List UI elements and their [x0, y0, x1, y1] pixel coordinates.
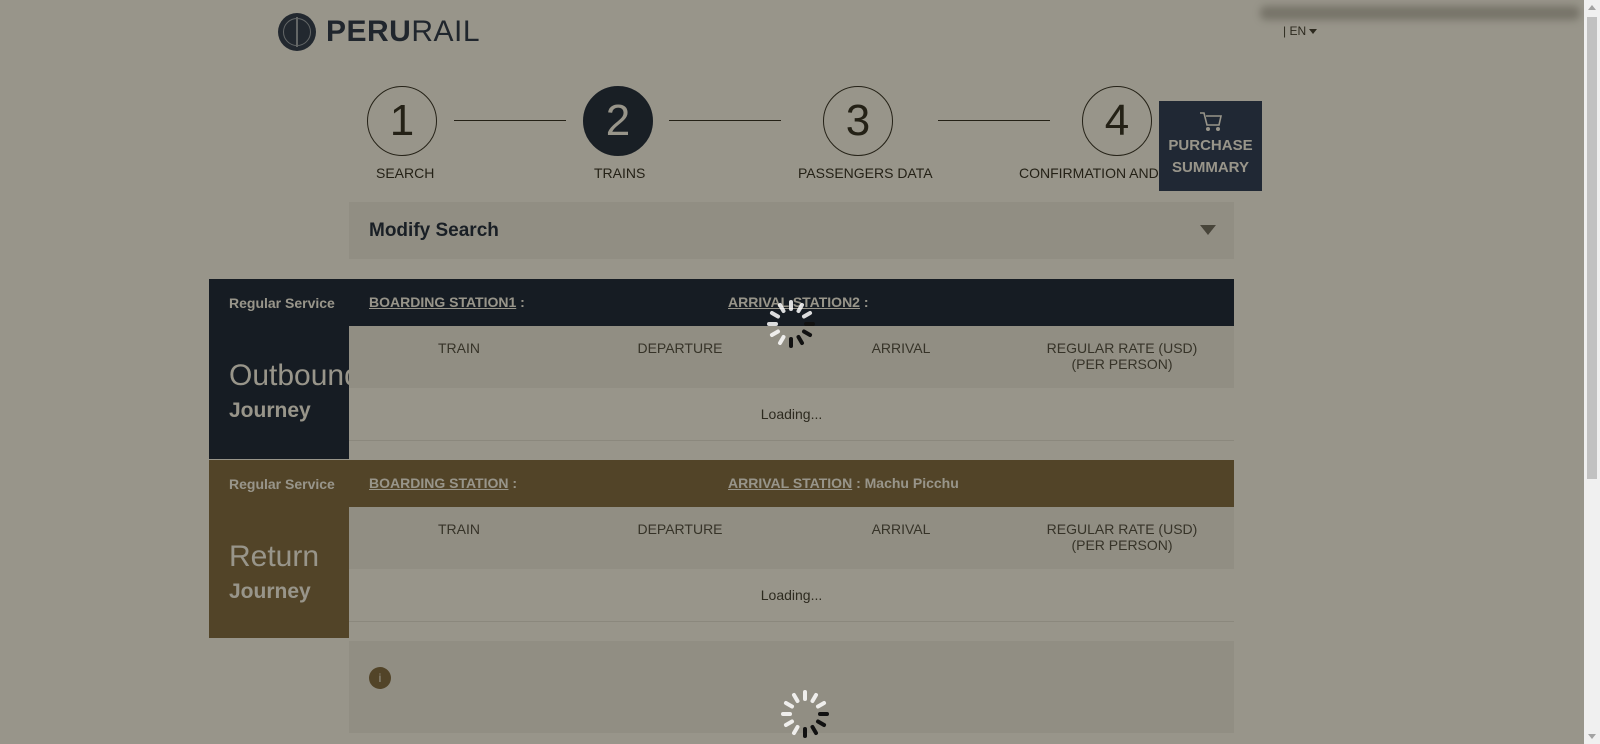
vertical-scrollbar[interactable]: [1584, 0, 1600, 744]
outbound-journey-panel: Regular Service Outbound Journey: [209, 279, 361, 459]
column-rate: REGULAR RATE (USD) (PER PERSON): [1012, 521, 1232, 553]
return-title: Return: [229, 540, 320, 573]
step-3-circle: 3: [823, 86, 893, 156]
boarding-station-link[interactable]: BOARDING STATION1: [369, 294, 516, 310]
scroll-up-icon[interactable]: [1588, 5, 1596, 10]
outbound-subtitle: Journey: [229, 399, 311, 422]
return-station-bar: BOARDING STATION : ARRIVAL STATION : Mac…: [349, 460, 1234, 507]
spinner-segment: [801, 310, 813, 320]
step-4-number: 4: [1104, 96, 1130, 145]
modify-search-title: Modify Search: [369, 220, 499, 241]
arrival-station-value: :: [863, 294, 869, 310]
logo-emblem-icon: [278, 13, 316, 51]
column-arrival: ARRIVAL: [871, 521, 931, 537]
info-icon: i: [369, 667, 391, 689]
spinner-segment: [795, 334, 805, 346]
column-rate-line1: REGULAR RATE (USD): [1046, 340, 1198, 356]
step-connector: [938, 120, 1050, 121]
chevron-down-icon: [1200, 225, 1216, 235]
return-table-header: TRAIN DEPARTURE ARRIVAL REGULAR RATE (US…: [349, 507, 1234, 569]
step-3-label: PASSENGERS DATA: [798, 165, 933, 181]
page: PERURAIL | EN 1 2 3 4 SEARCH TRAINS PASS…: [0, 0, 1584, 744]
return-loading-text: Loading...: [760, 587, 823, 603]
top-shadow: [1260, 6, 1580, 20]
spinner-segment: [789, 337, 793, 348]
spinner-segment: [767, 322, 778, 326]
return-journey-panel: Regular Service Return Journey: [209, 460, 349, 638]
column-rate-line2: (PER PERSON): [1071, 537, 1173, 553]
spinner-segment: [804, 322, 815, 326]
outbound-table-body: Loading...: [349, 388, 1234, 441]
step-3-number: 3: [845, 96, 871, 145]
modify-search-toggle[interactable]: Modify Search: [349, 202, 1234, 259]
step-2-circle: 2: [583, 86, 653, 156]
column-train: TRAIN: [438, 340, 480, 356]
column-rate-line2: (PER PERSON): [1071, 356, 1173, 372]
spinner-segment: [783, 700, 795, 710]
spinner-segment: [769, 310, 781, 320]
spinner-segment: [803, 727, 807, 738]
scrollbar-thumb[interactable]: [1587, 17, 1597, 479]
scroll-down-icon[interactable]: [1588, 734, 1596, 739]
loading-spinner-icon: [781, 690, 829, 738]
step-4-label: CONFIRMATION AND P: [1019, 165, 1159, 181]
logo-text: PERURAIL: [326, 15, 481, 48]
column-rate-line1: REGULAR RATE (USD): [1046, 521, 1198, 537]
return-boarding: BOARDING STATION :: [369, 475, 517, 491]
step-connector: [454, 120, 566, 121]
outbound-boarding: BOARDING STATION1 :: [369, 294, 525, 310]
return-table-body: Loading...: [349, 569, 1234, 622]
spinner-segment: [781, 712, 792, 716]
step-2-number: 2: [605, 96, 631, 145]
outbound-service-label: Regular Service: [229, 295, 335, 311]
step-1-circle: 1: [367, 86, 437, 156]
cart-icon: [1199, 112, 1222, 131]
column-departure: DEPARTURE: [637, 340, 723, 356]
spinner-segment: [809, 692, 819, 704]
spinner-segment: [791, 724, 801, 736]
step-2-label: TRAINS: [594, 165, 646, 181]
loading-spinner-icon: [767, 300, 815, 348]
spinner-segment: [801, 328, 813, 338]
step-1-label: SEARCH: [376, 165, 435, 181]
spinner-segment: [777, 302, 787, 314]
spinner-segment: [769, 328, 781, 338]
boarding-station-value: :: [512, 475, 518, 491]
step-1-number: 1: [389, 96, 415, 145]
spinner-segment: [783, 718, 795, 728]
language-selector[interactable]: | EN: [1283, 24, 1318, 38]
purchase-summary-line1: PURCHASE: [1168, 137, 1253, 154]
spinner-segment: [777, 334, 787, 346]
spinner-segment: [818, 712, 829, 716]
language-label: | EN: [1283, 24, 1307, 38]
spinner-segment: [809, 724, 819, 736]
perurail-logo[interactable]: PERURAIL: [278, 12, 480, 52]
step-connector: [669, 120, 781, 121]
boarding-station-value: :: [520, 294, 525, 310]
outbound-loading-text: Loading...: [760, 406, 823, 422]
return-arrival: ARRIVAL STATION : Machu Picchu: [728, 475, 959, 491]
return-service-label: Regular Service: [229, 476, 335, 492]
purchase-summary-button[interactable]: PURCHASE SUMMARY: [1159, 101, 1262, 191]
spinner-segment: [789, 300, 793, 311]
chevron-down-icon: [1309, 29, 1318, 35]
step-4-circle: 4: [1082, 86, 1152, 156]
column-arrival: ARRIVAL: [871, 340, 931, 356]
arrival-station-value: : Machu Picchu: [856, 475, 959, 491]
spinner-segment: [815, 700, 827, 710]
return-subtitle: Journey: [229, 580, 311, 603]
spinner-segment: [791, 692, 801, 704]
purchase-summary-line2: SUMMARY: [1172, 159, 1249, 176]
spinner-segment: [795, 302, 805, 314]
outbound-title: Outbound: [229, 359, 361, 392]
boarding-station-link[interactable]: BOARDING STATION: [369, 475, 508, 491]
column-rate: REGULAR RATE (USD) (PER PERSON): [1012, 340, 1232, 372]
arrival-station-link[interactable]: ARRIVAL STATION: [728, 475, 852, 491]
column-train: TRAIN: [438, 521, 480, 537]
spinner-segment: [815, 718, 827, 728]
spinner-segment: [803, 690, 807, 701]
column-departure: DEPARTURE: [637, 521, 723, 537]
